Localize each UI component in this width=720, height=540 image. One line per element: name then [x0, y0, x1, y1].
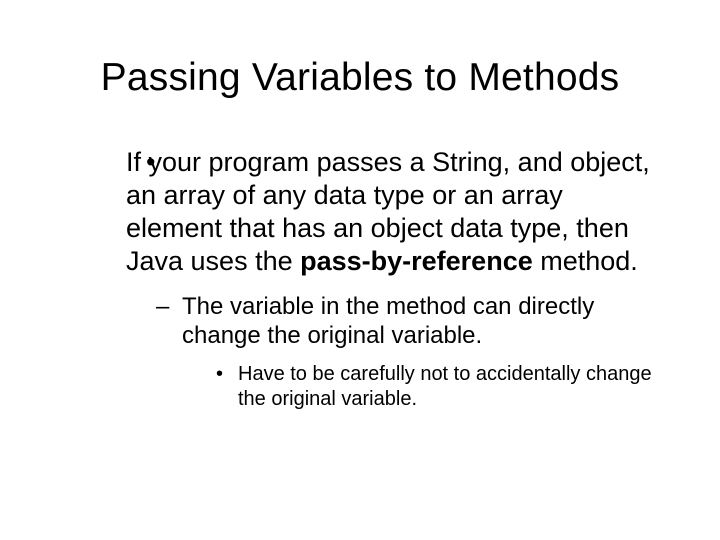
bullet-text: Have to be carefully not to accidentally…: [238, 363, 652, 410]
bullet-text-bold: pass-by-reference: [300, 246, 533, 276]
slide: Passing Variables to Methods If your pro…: [0, 0, 720, 540]
slide-title: Passing Variables to Methods: [56, 56, 664, 100]
list-item: If your program passes a String, and obj…: [98, 146, 664, 412]
bullet-list-level1: If your program passes a String, and obj…: [56, 146, 664, 412]
list-item: Have to be carefully not to accidentally…: [216, 362, 664, 412]
bullet-text-post: method.: [533, 246, 638, 276]
bullet-list-level2: The variable in the method can directly …: [126, 292, 664, 412]
bullet-text: The variable in the method can directly …: [182, 293, 594, 349]
bullet-list-level3: Have to be carefully not to accidentally…: [182, 362, 664, 412]
list-item: The variable in the method can directly …: [156, 292, 664, 412]
